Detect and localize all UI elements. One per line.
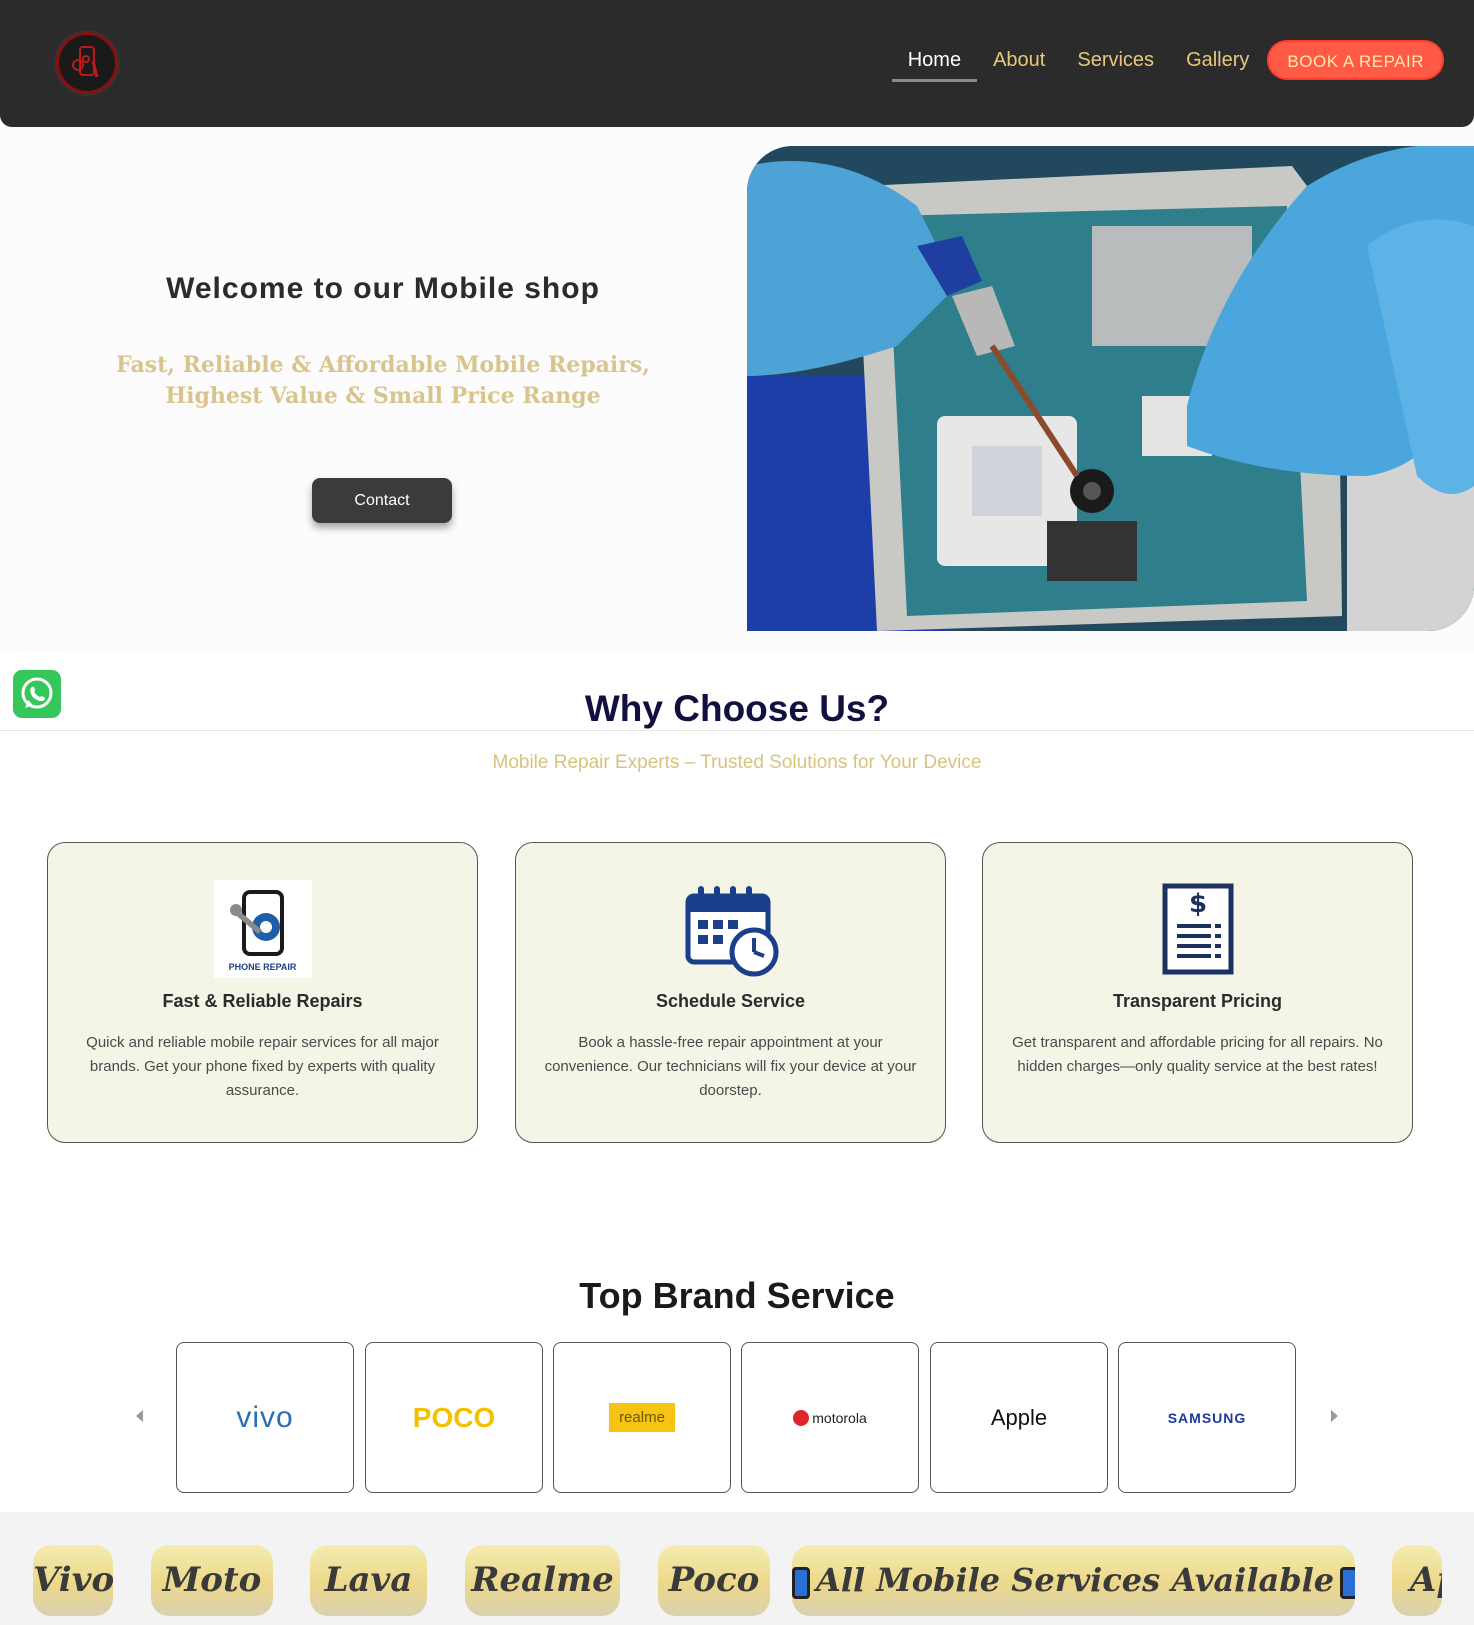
- apple-logo: Apple: [990, 1404, 1048, 1430]
- nav-about[interactable]: About: [977, 40, 1061, 80]
- nav-home[interactable]: Home: [891, 40, 978, 82]
- ticker-item-vivo: Vivo: [33, 1545, 113, 1616]
- card-text: Get transparent and affordable pricing f…: [1012, 1034, 1383, 1075]
- ticker-item-apple: Ap: [1392, 1545, 1442, 1616]
- brand-card-apple[interactable]: Apple: [930, 1342, 1108, 1493]
- card-text: Quick and reliable mobile repair service…: [86, 1034, 439, 1099]
- brand-card-samsung[interactable]: SAMSUNG: [1118, 1342, 1296, 1493]
- hero-subtitle-line-1: Fast, Reliable & Affordable Mobile Repai…: [116, 352, 650, 378]
- hero-title: Welcome to our Mobile shop: [166, 272, 600, 305]
- logo[interactable]: [56, 32, 118, 94]
- ticker-item-all-services: All Mobile Services Available: [792, 1545, 1355, 1616]
- card-title: Fast & Reliable Repairs: [162, 991, 363, 1011]
- nav-gallery[interactable]: Gallery: [1170, 40, 1265, 80]
- brands-title: Top Brand Service: [579, 1275, 895, 1316]
- contact-button[interactable]: Contact: [312, 478, 452, 523]
- phone-repair-icon: PHONE REPAIR: [213, 880, 312, 978]
- samsung-logo: SAMSUNG: [1167, 1409, 1247, 1426]
- realme-logo: realme: [609, 1403, 675, 1432]
- phone-repair-logo-icon: [72, 46, 99, 78]
- svg-text:$: $: [1188, 889, 1206, 919]
- ticker-item-lava: Lava: [310, 1545, 427, 1616]
- ticker-item-poco: Poco: [658, 1545, 770, 1616]
- nav-services[interactable]: Services: [1061, 40, 1170, 80]
- brand-card-realme[interactable]: realme: [553, 1342, 731, 1493]
- brand-card-vivo[interactable]: vivo: [176, 1342, 354, 1493]
- ticker-item-moto: Moto: [151, 1545, 273, 1616]
- brand-card-poco[interactable]: POCO: [365, 1342, 543, 1493]
- ticker-item-realme: Realme: [465, 1545, 620, 1616]
- carousel-next-arrow-icon[interactable]: [1331, 1410, 1338, 1422]
- brand-card-motorola[interactable]: motorola: [741, 1342, 919, 1493]
- hero-phone-repair-image: [747, 146, 1474, 631]
- section-divider: [0, 730, 1474, 731]
- hero-subtitle-line-2: Highest Value & Small Price Range: [165, 383, 601, 409]
- book-repair-button[interactable]: BOOK A REPAIR: [1267, 40, 1444, 80]
- phone-repair-icon-label: PHONE REPAIR: [228, 962, 297, 972]
- poco-logo: POCO: [412, 1401, 496, 1433]
- feature-card-schedule: Schedule Service Book a hassle-free repa…: [515, 842, 946, 1143]
- hero-subtitle: Fast, Reliable & Affordable Mobile Repai…: [0, 350, 766, 412]
- card-text: Book a hassle-free repair appointment at…: [544, 1034, 917, 1099]
- card-title: Transparent Pricing: [1112, 991, 1283, 1011]
- brand-ticker: Vivo Moto Lava Realme Poco All Mobile Se…: [0, 1512, 1474, 1625]
- calendar-clock-icon: [682, 880, 780, 978]
- card-title: Schedule Service: [655, 991, 806, 1011]
- hero-section: Welcome to our Mobile shop Fast, Reliabl…: [0, 127, 1474, 654]
- invoice-dollar-icon: $: [1115, 880, 1281, 978]
- navbar: Home About Services Gallery BOOK A REPAI…: [0, 0, 1474, 127]
- vivo-logo: vivo: [236, 1400, 294, 1434]
- carousel-prev-arrow-icon[interactable]: [136, 1410, 143, 1422]
- main-nav: Home About Services Gallery BOOK A REPAI…: [891, 40, 1444, 82]
- motorola-icon: [793, 1409, 810, 1426]
- phone-icon: [792, 1566, 810, 1599]
- feature-card-repairs: PHONE REPAIR Fast & Reliable Repairs Qui…: [47, 842, 478, 1143]
- motorola-logo: motorola: [812, 1409, 867, 1426]
- feature-card-pricing: $ Transparent Pricing Get transparent an…: [982, 842, 1413, 1143]
- why-title: Why Choose Us?: [584, 688, 890, 729]
- phone-icon: [1340, 1566, 1355, 1599]
- why-subtitle: Mobile Repair Experts – Trusted Solution…: [492, 752, 982, 773]
